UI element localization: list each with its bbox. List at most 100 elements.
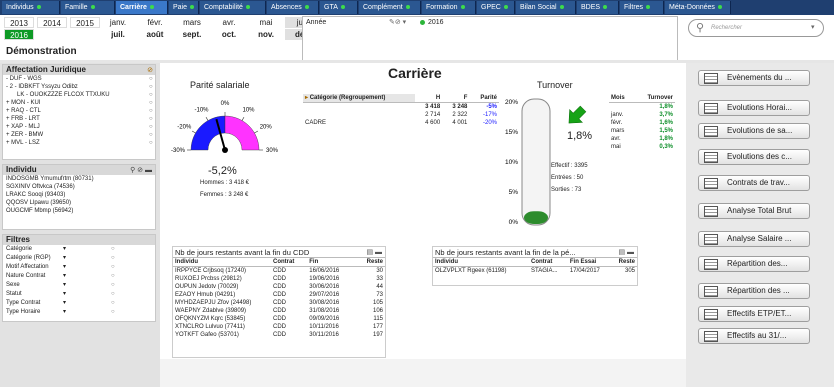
- month-1-4[interactable]: nov.: [248, 29, 284, 40]
- tab-11[interactable]: BDES: [577, 1, 619, 14]
- report-button-0[interactable]: Evènements du ...: [698, 70, 810, 86]
- table-row[interactable]: RUXOEJ Prcbss (29812) CDD 19/06/2016 33: [173, 275, 385, 283]
- table-row[interactable]: OUPUN Jedotv (70029) CDD 30/06/2016 44: [173, 283, 385, 291]
- table-row[interactable]: avr. 1,8%: [609, 135, 675, 143]
- list-item[interactable]: Type Horaire ▾ ○: [3, 308, 155, 317]
- search-input[interactable]: ⚲ Rechercher ▾: [688, 19, 824, 37]
- chevron-down-icon[interactable]: ▾: [63, 263, 66, 272]
- report-button-2[interactable]: Evolutions de sa...: [698, 123, 810, 139]
- month-0-2[interactable]: mars: [174, 17, 210, 28]
- tab-9[interactable]: GPEC: [477, 1, 515, 14]
- report-button-1[interactable]: Evolutions Horai...: [698, 100, 810, 116]
- year-2014[interactable]: 2014: [37, 17, 67, 28]
- report-button-6[interactable]: Analyse Salaire ...: [698, 231, 810, 247]
- list-item[interactable]: SGXINIV Oftvkca (74536): [3, 183, 155, 191]
- list-item[interactable]: + MVL - LSZ ○: [3, 139, 155, 147]
- table-row[interactable]: 1,8%: [609, 103, 675, 112]
- chevron-down-icon[interactable]: ▾: [63, 299, 66, 308]
- report-button-4[interactable]: Contrats de trav...: [698, 175, 810, 191]
- list-item[interactable]: + MON - KUI ○: [3, 99, 155, 107]
- year-2015[interactable]: 2015: [70, 17, 100, 28]
- list-item[interactable]: - DUF - WGS ○: [3, 75, 155, 83]
- tab-0[interactable]: Individus: [2, 1, 60, 14]
- table-row[interactable]: EZAOY Hmub (04291) CDD 29/07/2016 73: [173, 291, 385, 299]
- list-item[interactable]: Type Contrat ▾ ○: [3, 299, 155, 308]
- tab-12[interactable]: Filtres: [620, 1, 664, 14]
- list-item[interactable]: Statut ▾ ○: [3, 290, 155, 299]
- table-row[interactable]: MYHDZAEPJU Zfov (24498) CDD 30/08/2016 105: [173, 299, 385, 307]
- table-row[interactable]: OFQKNYZM Kqrc (53845) CDD 09/09/2016 115: [173, 315, 385, 323]
- month-0-1[interactable]: févr.: [137, 17, 173, 28]
- tab-4[interactable]: Comptabilité: [200, 1, 266, 14]
- tab-6[interactable]: GTA: [320, 1, 358, 14]
- table-row[interactable]: mars 1,5%: [609, 127, 675, 135]
- table-row[interactable]: IRPPYCE Crjbsoq (17240) CDD 16/06/2016 30: [173, 267, 385, 276]
- tab-3[interactable]: Paie: [169, 1, 199, 14]
- report-button-7[interactable]: Répartition des...: [698, 256, 810, 272]
- list-item[interactable]: INDOSGMB Ymumufrtm (80731): [3, 175, 155, 183]
- export-icon[interactable]: ▤ ▬: [366, 248, 382, 256]
- year-2013[interactable]: 2013: [4, 17, 34, 28]
- tab-1[interactable]: Famille: [61, 1, 115, 14]
- month-0-4[interactable]: mai: [248, 17, 284, 28]
- table-row[interactable]: YOTKFT Gafeo (53701) CDD 30/11/2016 197: [173, 331, 385, 339]
- list-item[interactable]: LRAKC Sooqi (93403): [3, 191, 155, 199]
- list-item[interactable]: OUGCMF Mbmp (56942): [3, 207, 155, 215]
- list-item[interactable]: Catégorie (RGP) ▾ ○: [3, 254, 155, 263]
- table-row[interactable]: févr. 1,6%: [609, 119, 675, 127]
- tab-2[interactable]: Carrière: [116, 1, 168, 14]
- tab-13[interactable]: Méta-Données: [665, 1, 731, 14]
- list-item[interactable]: Motif Affectation ▾ ○: [3, 263, 155, 272]
- chevron-down-icon[interactable]: ▾: [63, 254, 66, 263]
- month-1-2[interactable]: sept.: [174, 29, 210, 40]
- report-button-9[interactable]: Effectifs ETP/ET...: [698, 306, 810, 322]
- tab-10[interactable]: Bilan Social: [516, 1, 576, 14]
- report-button-5[interactable]: Analyse Total Brut: [698, 203, 810, 219]
- chevron-down-icon[interactable]: ▾: [63, 245, 66, 254]
- table-row[interactable]: OLZVPLXT Rgeex (61198) STAGIA... 17/04/201…: [433, 267, 637, 276]
- month-1-3[interactable]: oct.: [211, 29, 247, 40]
- list-item[interactable]: + RAQ - CTL ○: [3, 107, 155, 115]
- list-item[interactable]: Sexe ▾ ○: [3, 281, 155, 290]
- table-row[interactable]: CADRE 4 600 4 001 -20%: [303, 119, 499, 127]
- individu-tools-icon[interactable]: ⚲ ⊘ ▬: [130, 166, 152, 174]
- gauge-tick-label: -10%: [194, 107, 209, 113]
- table-row[interactable]: janv. 3,7%: [609, 111, 675, 119]
- month-0-0[interactable]: janv.: [100, 17, 136, 28]
- month-1-0[interactable]: juil.: [100, 29, 136, 40]
- category-header[interactable]: ▸ Catégorie (Regroupement): [303, 94, 415, 103]
- report-button-3[interactable]: Evolutions des c...: [698, 149, 810, 165]
- list-item[interactable]: QQOSV Llpawu (39650): [3, 199, 155, 207]
- chevron-down-icon[interactable]: ▾: [63, 290, 66, 299]
- search-dropdown-icon[interactable]: ▾: [811, 23, 815, 31]
- sort-icon[interactable]: ▸: [305, 95, 308, 101]
- table-cell: CDD: [273, 284, 286, 290]
- list-item[interactable]: + XAP - MLJ ○: [3, 123, 155, 131]
- chevron-down-icon[interactable]: ▾: [63, 272, 66, 281]
- chevron-down-icon[interactable]: ▾: [63, 308, 66, 317]
- clear-icon[interactable]: ⊘: [147, 66, 153, 74]
- report-button-8[interactable]: Répartition des ...: [698, 283, 810, 299]
- tab-7[interactable]: Complément: [359, 1, 421, 14]
- table-row[interactable]: WAEPNY Zdablve (39809) CDD 31/08/2016 106: [173, 307, 385, 315]
- list-item[interactable]: LK - OUOKZZZE FLCOX TTXUKU ○: [3, 91, 155, 99]
- tab-5[interactable]: Absences: [267, 1, 319, 14]
- tab-8[interactable]: Formation: [422, 1, 476, 14]
- list-item[interactable]: Catégorie ▾ ○: [3, 245, 155, 254]
- month-0-3[interactable]: avr.: [211, 17, 247, 28]
- table-cell: CDD: [273, 292, 286, 298]
- list-item[interactable]: + ZER - BMW ○: [3, 131, 155, 139]
- month-1-1[interactable]: août: [137, 29, 173, 40]
- chevron-down-icon[interactable]: ▾: [63, 281, 66, 290]
- list-item[interactable]: - 2 - IDBKFT Yssyzu Odibz ○: [3, 83, 155, 91]
- report-button-10[interactable]: Effectifs au 31/...: [698, 328, 810, 344]
- list-item[interactable]: + FRB - LRT ○: [3, 115, 155, 123]
- selection-tools-icon[interactable]: ✎⊘ ▾: [389, 18, 406, 26]
- list-item[interactable]: Nature Contrat ▾ ○: [3, 272, 155, 281]
- year-2016[interactable]: 2016: [4, 29, 34, 40]
- essai-export-icon[interactable]: ▤ ▬: [618, 248, 634, 256]
- essai-contrat-header: Contrat: [529, 258, 568, 267]
- table-row[interactable]: 2 714 2 322 -17%: [303, 111, 499, 119]
- table-row[interactable]: mai 0,3%: [609, 143, 675, 151]
- table-row[interactable]: XTNCLRO Lulvuo (77411) CDD 10/11/2016 177: [173, 323, 385, 331]
